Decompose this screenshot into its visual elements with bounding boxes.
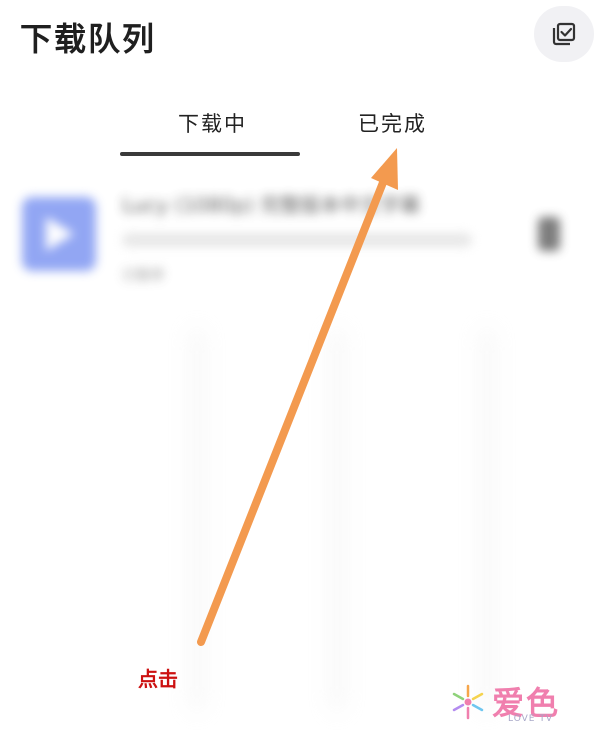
checkbox-stack-icon [552, 22, 576, 46]
select-button[interactable] [534, 6, 594, 62]
watermark: 爱色 LOVE TV [448, 680, 578, 725]
snowflake-logo-icon [452, 684, 484, 720]
item-status: 已暂停 [122, 268, 164, 284]
page-title: 下载队列 [20, 20, 157, 58]
play-icon [46, 217, 74, 251]
ghost-divider [480, 330, 494, 710]
ghost-divider [330, 330, 344, 710]
tab-bar: 下载中 已完成 [0, 100, 608, 160]
video-thumbnail [22, 197, 96, 271]
pause-icon[interactable] [538, 217, 560, 251]
header: 下载队列 [0, 0, 608, 80]
tab-downloading[interactable]: 下载中 [178, 108, 247, 138]
click-hint: 点击 [138, 667, 178, 691]
ghost-divider [190, 330, 204, 710]
tab-completed[interactable]: 已完成 [358, 108, 427, 138]
watermark-subtext: LOVE TV [508, 714, 553, 724]
list-item[interactable]: Lucy (1080p) 完整版本中文字幕 已暂停 [0, 165, 608, 305]
progress-bar [122, 233, 472, 247]
item-title: Lucy (1080p) 完整版本中文字幕 [122, 193, 421, 217]
download-list: Lucy (1080p) 完整版本中文字幕 已暂停 [0, 165, 608, 315]
active-tab-indicator [120, 152, 300, 156]
empty-list-area [20, 330, 520, 710]
